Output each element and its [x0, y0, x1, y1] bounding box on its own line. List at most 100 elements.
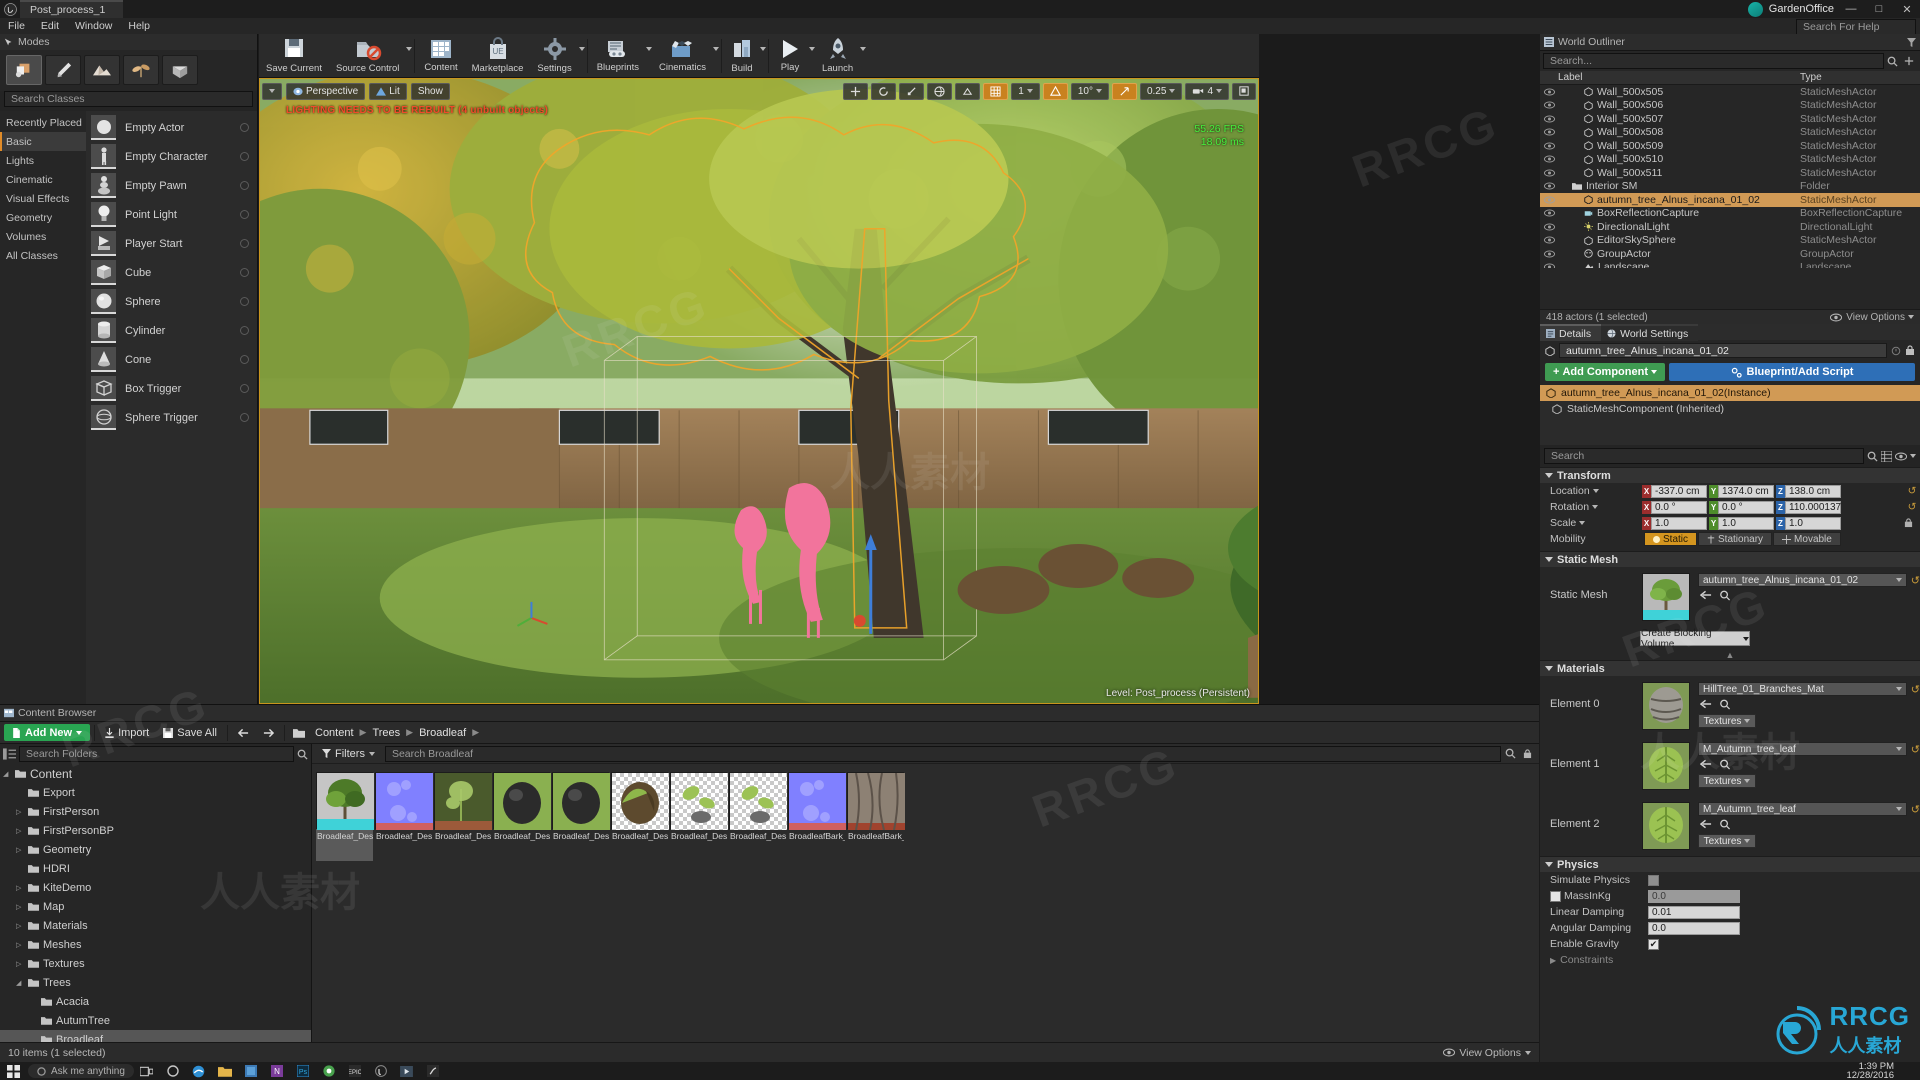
place-class-point-light[interactable]: Point Light: [86, 200, 257, 229]
visibility-toggle-icon[interactable]: [1540, 182, 1558, 190]
scale-x-input[interactable]: 1.0: [1651, 516, 1707, 530]
material-textures-button[interactable]: Textures: [1698, 834, 1756, 848]
location-x-input[interactable]: -337.0 cm: [1651, 484, 1707, 498]
toolbar-item-cinematics-dropdown[interactable]: [712, 46, 719, 65]
outliner-row[interactable]: Wall_500x505 StaticMeshActor: [1540, 85, 1920, 99]
surface-snapping-button[interactable]: [955, 82, 981, 100]
scale-snap-value[interactable]: 0.25: [1139, 82, 1183, 100]
level-viewport[interactable]: Perspective Lit Show 1 10° 0.25 4 LIGHTI…: [259, 78, 1259, 704]
category-visual-effects[interactable]: Visual Effects: [0, 189, 86, 208]
outliner-add-filter-icon[interactable]: [1901, 56, 1917, 66]
place-class-empty-pawn[interactable]: Empty Pawn: [86, 171, 257, 200]
toolbar-item-source-control-dropdown[interactable]: [406, 46, 413, 65]
edge-browser-icon[interactable]: [186, 1062, 212, 1080]
scale-snap-toggle[interactable]: [1111, 82, 1137, 100]
details-grid-view-icon[interactable]: [1881, 450, 1892, 462]
asset-thumbnail[interactable]: [375, 772, 433, 830]
category-basic[interactable]: Basic: [0, 132, 86, 151]
visibility-toggle-icon[interactable]: [1540, 196, 1558, 204]
material-thumbnail[interactable]: [1642, 742, 1690, 790]
maximize-viewport-button[interactable]: [1232, 82, 1256, 100]
epic-launcher-icon[interactable]: EPIC: [342, 1062, 368, 1080]
folder-node-trees[interactable]: ◢ Trees: [0, 973, 311, 992]
material-combo[interactable]: HillTree_01_Branches_Mat: [1698, 682, 1907, 696]
media-player-icon[interactable]: [394, 1062, 420, 1080]
material-textures-button[interactable]: Textures: [1698, 774, 1756, 788]
folder-node-map[interactable]: ▷ Map: [0, 897, 311, 916]
toolbar-item-blueprints[interactable]: Blueprints: [590, 34, 646, 78]
visibility-toggle-icon[interactable]: [1540, 223, 1558, 231]
asset-thumbnail[interactable]: [316, 772, 374, 830]
outliner-rows[interactable]: Wall_500x505 StaticMeshActor Wall_500x506 S…: [1540, 85, 1920, 268]
details-search-input[interactable]: Search: [1544, 448, 1864, 464]
class-add-icon[interactable]: [240, 355, 249, 364]
folder-expand-icon[interactable]: ▷: [16, 922, 24, 930]
scale-z-input[interactable]: 1.0: [1785, 516, 1841, 530]
mobility-stationary-button[interactable]: Stationary: [1698, 532, 1773, 546]
epic-account-icon[interactable]: [1747, 1, 1763, 17]
material-browse-icon[interactable]: [1719, 699, 1731, 710]
material-thumbnail[interactable]: [1642, 802, 1690, 850]
grid-snap-value[interactable]: 1: [1011, 82, 1040, 100]
rotation-reset-icon[interactable]: ↺: [1904, 501, 1920, 513]
asset-thumbnail[interactable]: [611, 772, 669, 830]
foliage-mode-button[interactable]: [123, 55, 159, 85]
cortana-circle-icon[interactable]: [160, 1062, 186, 1080]
asset-view-lock-icon[interactable]: [1520, 748, 1535, 759]
visibility-toggle-icon[interactable]: [1540, 155, 1558, 163]
rotate-gizmo-button[interactable]: [871, 82, 897, 100]
place-class-empty-actor[interactable]: Empty Actor: [86, 113, 257, 142]
class-add-icon[interactable]: [240, 268, 249, 277]
section-expander-icon[interactable]: ▲: [1540, 650, 1920, 660]
tab-details[interactable]: Details: [1540, 324, 1602, 341]
actor-name-reset-icon[interactable]: [1891, 346, 1901, 356]
visibility-toggle-icon[interactable]: [1540, 142, 1558, 150]
cortana-search-box[interactable]: Ask me anything: [28, 1064, 134, 1078]
breadcrumb-trees[interactable]: Trees: [368, 727, 404, 739]
geometry-mode-button[interactable]: [162, 55, 198, 85]
filters-button[interactable]: Filters: [316, 745, 381, 762]
asset-tile-selected[interactable]: Broadleaf_Desktop: [316, 772, 374, 861]
place-class-box-trigger[interactable]: Box Trigger: [86, 374, 257, 403]
asset-tile[interactable]: Broadleaf_Desktop_Fronds_Mat: [670, 772, 728, 861]
toolbar-item-cinematics[interactable]: Cinematics: [652, 34, 713, 78]
rotation-z-input[interactable]: 110.000137: [1785, 500, 1841, 514]
onenote-icon[interactable]: N: [264, 1062, 290, 1080]
static-mesh-thumbnail[interactable]: [1642, 573, 1690, 621]
static-mesh-reset-icon[interactable]: ↺: [1911, 574, 1920, 587]
material-browse-icon[interactable]: [1719, 819, 1731, 830]
outliner-filter-icon[interactable]: [1907, 37, 1920, 47]
asset-tile[interactable]: Broadleaf_Desktop_Atlas_Tex: [434, 772, 492, 861]
file-explorer-icon[interactable]: [212, 1062, 238, 1080]
history-forward-button[interactable]: [257, 724, 280, 741]
component-row-staticmesh[interactable]: StaticMeshComponent (Inherited): [1540, 401, 1920, 417]
paint-mode-button[interactable]: [45, 55, 81, 85]
visibility-toggle-icon[interactable]: [1540, 169, 1558, 177]
asset-thumbnail[interactable]: [493, 772, 551, 830]
visibility-toggle-icon[interactable]: [1540, 88, 1558, 96]
menu-help[interactable]: Help: [120, 18, 158, 34]
outliner-row[interactable]: GroupActor GroupActor: [1540, 247, 1920, 261]
menu-window[interactable]: Window: [67, 18, 120, 34]
place-mode-button[interactable]: [6, 55, 42, 85]
material-use-selected-icon[interactable]: [1700, 759, 1712, 770]
folder-expand-icon[interactable]: ▷: [16, 903, 24, 911]
static-mesh-browse-icon[interactable]: [1719, 590, 1731, 601]
outliner-row[interactable]: Interior SM Folder: [1540, 180, 1920, 194]
outliner-row[interactable]: Landscape Landscape: [1540, 261, 1920, 268]
import-button[interactable]: Import: [99, 724, 155, 741]
blueprint-add-script-button[interactable]: Blueprint/Add Script: [1668, 363, 1915, 381]
scale-gizmo-button[interactable]: [899, 82, 925, 100]
store-icon[interactable]: [238, 1062, 264, 1080]
physics-checkbox[interactable]: ✔: [1648, 938, 1659, 950]
category-volumes[interactable]: Volumes: [0, 227, 86, 246]
folder-node-content[interactable]: ◢ Content: [0, 764, 311, 783]
landscape-mode-button[interactable]: [84, 55, 120, 85]
toolbar-item-settings[interactable]: Settings: [530, 34, 578, 78]
viewport-render[interactable]: [260, 79, 1258, 704]
component-row-instance[interactable]: autumn_tree_Alnus_incana_01_02(Instance): [1540, 385, 1920, 401]
asset-thumbnail[interactable]: [729, 772, 787, 830]
visibility-toggle-icon[interactable]: [1540, 209, 1558, 217]
search-assets-input[interactable]: Search Broadleaf: [384, 745, 1501, 762]
viewport-options-button[interactable]: [262, 82, 282, 100]
